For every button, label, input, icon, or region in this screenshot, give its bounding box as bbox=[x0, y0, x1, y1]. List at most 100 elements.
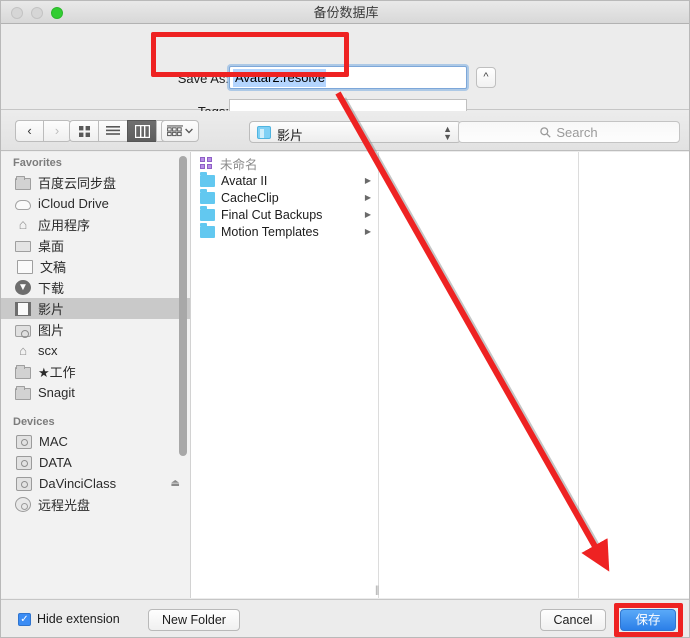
sidebar-item-work[interactable]: ★工作 bbox=[1, 361, 190, 382]
sidebar-item-mac[interactable]: MAC bbox=[1, 431, 190, 452]
list-item[interactable]: Motion Templates ▶ bbox=[192, 223, 378, 240]
list-item[interactable]: Avatar II ▶ bbox=[192, 172, 378, 189]
sidebar-item-movies[interactable]: 影片 bbox=[1, 298, 190, 319]
desktop-icon bbox=[15, 241, 31, 252]
sidebar-item-snagit[interactable]: Snagit bbox=[1, 382, 190, 403]
list-item-label: CacheClip bbox=[221, 190, 279, 205]
lego-icon bbox=[200, 157, 214, 170]
arrange-grid-icon bbox=[167, 124, 183, 136]
blue-folder-icon bbox=[200, 223, 215, 238]
sidebar-item-icloud-drive[interactable]: iCloud Drive bbox=[1, 193, 190, 214]
save-as-label: Save As: bbox=[177, 71, 229, 86]
sidebar-item-data[interactable]: DATA bbox=[1, 452, 190, 473]
eject-icon[interactable]: ⏏ bbox=[171, 478, 180, 489]
path-popup-button[interactable]: 影片 ▲ ▼ bbox=[249, 121, 461, 143]
disk-icon bbox=[16, 434, 32, 449]
expand-collapse-button[interactable]: ^ bbox=[476, 67, 496, 88]
list-item[interactable]: 未命名 bbox=[192, 155, 378, 172]
sidebar-item-label: MAC bbox=[39, 434, 68, 449]
applications-icon: ⌂ bbox=[18, 216, 28, 232]
disclosure-triangle-icon[interactable]: ▶ bbox=[365, 210, 371, 219]
list-item[interactable]: Final Cut Backups ▶ bbox=[192, 206, 378, 223]
forward-button[interactable]: › bbox=[43, 120, 71, 142]
search-input[interactable]: Search bbox=[458, 121, 680, 143]
list-view-icon[interactable] bbox=[98, 120, 127, 142]
column-view-icon[interactable] bbox=[127, 120, 156, 142]
sidebar-section-devices-header: Devices bbox=[13, 416, 55, 428]
navigation-buttons: ‹ › bbox=[15, 120, 71, 142]
window-title: 备份数据库 bbox=[313, 5, 379, 20]
back-button[interactable]: ‹ bbox=[15, 120, 43, 142]
movies-icon bbox=[15, 301, 31, 316]
cancel-button[interactable]: Cancel bbox=[540, 609, 606, 631]
sidebar-section-favorites-header: Favorites bbox=[13, 157, 62, 169]
optical-disc-icon bbox=[15, 497, 31, 512]
sidebar-item-pictures[interactable]: 图片 bbox=[1, 319, 190, 340]
sidebar-item-label: DaVinciClass bbox=[39, 476, 117, 491]
search-icon bbox=[540, 126, 552, 138]
disk-icon bbox=[16, 476, 32, 491]
sidebar-item-label: iCloud Drive bbox=[38, 196, 109, 211]
blue-folder-icon bbox=[200, 189, 215, 204]
sidebar-item-label: 文稿 bbox=[40, 260, 67, 275]
sidebar-item-applications[interactable]: ⌂ 应用程序 bbox=[1, 214, 190, 235]
blue-folder-icon bbox=[200, 172, 215, 187]
file-browser: Favorites 百度云同步盘 iCloud Drive ⌂ 应用程序 桌面 … bbox=[1, 152, 689, 598]
home-icon: ⌂ bbox=[19, 343, 27, 358]
file-name-value: Avatar2.resolve bbox=[233, 69, 327, 87]
sidebar-item-remote-disc[interactable]: 远程光盘 bbox=[1, 494, 190, 515]
sidebar-scrollbar[interactable] bbox=[179, 156, 187, 456]
list-item-label: Motion Templates bbox=[221, 224, 319, 239]
documents-icon bbox=[17, 259, 33, 274]
list-item-label: Final Cut Backups bbox=[221, 207, 323, 222]
sidebar-item-label: 下载 bbox=[38, 281, 65, 296]
folder-icon bbox=[15, 385, 31, 400]
list-item[interactable]: CacheClip ▶ bbox=[192, 189, 378, 206]
sidebar-item-davinciclass[interactable]: DaVinciClass ⏏ bbox=[1, 473, 190, 494]
cloud-icon bbox=[15, 200, 31, 210]
sidebar-item-label: 远程光盘 bbox=[38, 498, 91, 513]
sidebar-item-label: 图片 bbox=[38, 323, 65, 338]
sidebar-item-label: 应用程序 bbox=[38, 218, 91, 233]
arrange-by-button[interactable] bbox=[161, 120, 199, 142]
file-name-input[interactable]: Avatar2.resolve bbox=[229, 66, 467, 89]
column-resize-handle[interactable]: || bbox=[375, 585, 379, 596]
blue-folder-icon bbox=[200, 206, 215, 221]
file-column-1: 未命名 Avatar II ▶ CacheClip ▶ Final Cut Ba… bbox=[192, 152, 379, 598]
disclosure-triangle-icon[interactable]: ▶ bbox=[365, 176, 371, 185]
disk-icon bbox=[16, 455, 32, 470]
sidebar-item-label: 影片 bbox=[38, 302, 65, 317]
file-column-2[interactable] bbox=[380, 152, 579, 598]
hide-extension-label: Hide extension bbox=[37, 612, 120, 626]
disclosure-triangle-icon[interactable]: ▶ bbox=[365, 193, 371, 202]
sidebar-item-label: 百度云同步盘 bbox=[38, 176, 117, 191]
movies-folder-icon bbox=[257, 126, 271, 139]
sidebar-item-label: 桌面 bbox=[38, 239, 65, 254]
name-area: Save As: Avatar2.resolve ^ Tags: bbox=[1, 25, 689, 120]
sidebar-item-label: ★工作 bbox=[38, 365, 76, 380]
sidebar: Favorites 百度云同步盘 iCloud Drive ⌂ 应用程序 桌面 … bbox=[1, 152, 191, 598]
save-button[interactable]: 保存 bbox=[620, 609, 676, 631]
downloads-icon: ▼ bbox=[15, 280, 31, 295]
path-popup-label: 影片 bbox=[277, 128, 304, 143]
search-placeholder: Search bbox=[556, 124, 598, 140]
chevron-down-icon bbox=[185, 128, 193, 134]
sidebar-item-label: scx bbox=[38, 343, 58, 358]
sidebar-item-label: DATA bbox=[39, 455, 72, 470]
sidebar-item-scx[interactable]: ⌂ scx bbox=[1, 340, 190, 361]
disclosure-triangle-icon[interactable]: ▶ bbox=[365, 227, 371, 236]
icon-view-icon[interactable] bbox=[69, 120, 98, 142]
title-bar: 备份数据库 bbox=[1, 1, 689, 24]
file-column-3[interactable] bbox=[580, 152, 689, 598]
save-dialog-window: 备份数据库 Save As: Avatar2.resolve ^ Tags: ‹… bbox=[0, 0, 690, 638]
folder-icon bbox=[15, 364, 31, 379]
sidebar-item-desktop[interactable]: 桌面 bbox=[1, 235, 190, 256]
sidebar-item-baidu[interactable]: 百度云同步盘 bbox=[1, 172, 190, 193]
list-item-label: 未命名 bbox=[220, 158, 258, 172]
sidebar-item-documents[interactable]: 文稿 bbox=[1, 256, 190, 277]
new-folder-button[interactable]: New Folder bbox=[148, 609, 240, 631]
pictures-icon bbox=[15, 324, 31, 338]
hide-extension-checkbox[interactable]: ✓ bbox=[18, 613, 31, 626]
sidebar-item-downloads[interactable]: ▼ 下载 bbox=[1, 277, 190, 298]
list-item-label: Avatar II bbox=[221, 173, 268, 188]
